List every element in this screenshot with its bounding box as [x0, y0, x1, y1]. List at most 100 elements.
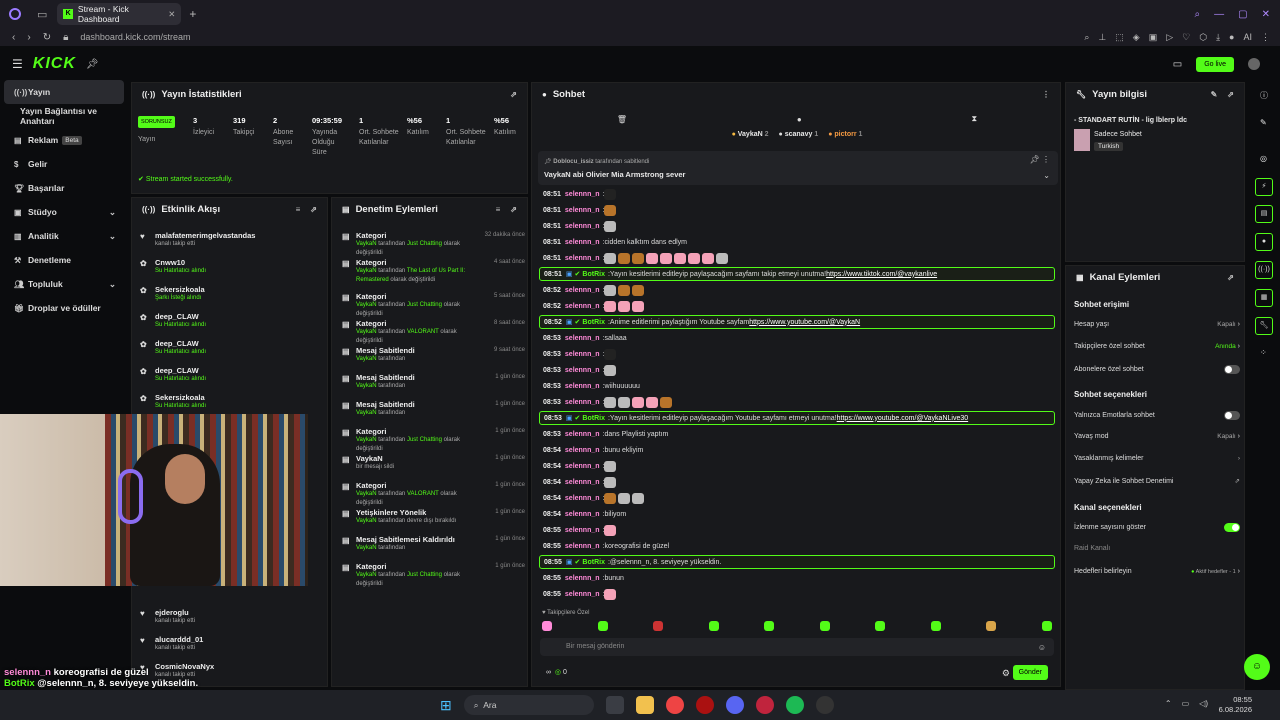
chat-message[interactable]: 08:53 selennn_n: dans Playlisti yaptım [539, 427, 1055, 441]
emote[interactable] [597, 621, 608, 631]
chat-message[interactable]: 08:55 ▣ ✔ BotRix: @selennn_n, 8. seviyeye y… [539, 555, 1055, 569]
emote[interactable] [930, 621, 941, 631]
pin-icon[interactable]: ⊥ [1098, 32, 1106, 43]
top-user[interactable]: ● VaykaN 2 [732, 131, 769, 138]
chat-message[interactable]: 08:55selennn_n: [539, 587, 1055, 601]
go-live-button[interactable]: Go live [1196, 56, 1234, 72]
chat-message[interactable]: 08:51 ▣ ✔ BotRix: Yayın kesitlerimi editley… [539, 267, 1055, 281]
emote[interactable] [875, 621, 886, 631]
sidebar-item-stream-key[interactable]: Yayın Bağlantısı ve Anahtarı [0, 104, 128, 128]
emoji-icon[interactable]: ☺ [1038, 643, 1046, 652]
pinned-message[interactable]: 📌︎ Doblocu_issiz tarafından sabitlendi V… [538, 151, 1058, 185]
raid-row[interactable]: Raid Kanalı [1074, 545, 1240, 552]
zoom-icon[interactable]: ⌕ [1084, 32, 1089, 43]
chat-link[interactable]: https://www.youtube.com/@VaykaN [749, 319, 860, 326]
chat-message[interactable]: 08:53selennn_n: [539, 363, 1055, 377]
target-icon[interactable]: ◎ [1260, 154, 1267, 163]
start-icon[interactable]: ⊞ [440, 697, 452, 714]
chat-message[interactable]: 08:55 selennn_n: koreografisi de güzel [539, 539, 1055, 553]
chat-link[interactable]: https://www.tiktok.com/@vaykanlive [826, 271, 937, 278]
sidebar-item-achievements[interactable]: 🏆︎ Başarılar [0, 176, 128, 200]
banned-words-row[interactable]: Yasaklanmış kelimeler › [1074, 455, 1240, 462]
sidebar-item-community[interactable]: 👥︎ Topluluk ⌄ [0, 272, 128, 296]
network-icon[interactable]: ▭ [1182, 699, 1190, 708]
discord-icon[interactable] [725, 696, 744, 714]
popout-icon[interactable]: ⇗ [510, 90, 517, 99]
taskbar-search[interactable]: ⌕ Ara [463, 695, 594, 715]
kick-logo[interactable]: KICK [33, 55, 76, 73]
browser-tab[interactable]: K Stream - Kick Dashboard ✕ [57, 3, 182, 25]
chat-message[interactable]: 08:54selennn_n: [539, 475, 1055, 489]
download-icon[interactable]: ⤓ [1216, 32, 1220, 43]
emote[interactable] [542, 621, 552, 631]
filter-icon[interactable]: ≡ [296, 205, 301, 214]
chat-message[interactable]: 08:52selennn_n: [539, 299, 1055, 313]
play-icon[interactable]: ▷ [1166, 32, 1173, 43]
chat-message[interactable]: 08:53 selennn_n: sallaaa [539, 331, 1055, 345]
slow-mode-row[interactable]: Yavaş mod Kapalı › [1074, 433, 1240, 440]
settings-icon[interactable]: ⚙ [1002, 668, 1010, 679]
rail-doc-button[interactable]: ▤ [1255, 205, 1273, 223]
hourglass-icon[interactable]: ⧗ [971, 114, 977, 124]
shield-icon[interactable]: ◈ [1133, 32, 1140, 43]
chevron-up-icon[interactable]: ⌃ [1165, 699, 1172, 708]
new-tab-icon[interactable]: + [189, 7, 196, 21]
popout-icon[interactable]: ⇗ [310, 205, 317, 214]
chat-message[interactable]: 08:52 ▣ ✔ BotRix: Anime editlerimi paylaştı… [539, 315, 1055, 329]
show-viewers-row[interactable]: İzlenme sayısını göster [1074, 523, 1240, 532]
chat-message[interactable]: 08:54 selennn_n: biliyom [539, 507, 1055, 521]
more-icon[interactable]: ⋮ [1042, 90, 1050, 99]
ai-moderation-row[interactable]: Yapay Zeka ile Sohbet Denetimi ⇗ [1074, 477, 1240, 486]
sidebar-item-ads[interactable]: ▤ Reklam Beta [0, 128, 128, 152]
chat-message[interactable]: 08:53selennn_n: [539, 395, 1055, 409]
send-button[interactable]: Gönder [1012, 665, 1048, 680]
help-chat-icon[interactable]: ☺ [1244, 654, 1270, 680]
taskview-icon[interactable] [605, 696, 624, 714]
emote[interactable] [986, 621, 997, 631]
channel-points[interactable]: ∞ ◎ 0 [546, 668, 567, 676]
close-tab-icon[interactable]: ✕ [168, 9, 175, 20]
sidebar-item-moderation[interactable]: ⚒︎ Denetleme [0, 248, 128, 272]
maximize-icon[interactable]: ▢ [1238, 9, 1247, 20]
show-viewers-toggle[interactable] [1224, 523, 1240, 532]
sidebar-item-analytics[interactable]: ▥ Analitik ⌄ [0, 224, 128, 248]
info-icon[interactable]: ⓘ [1260, 90, 1268, 101]
popout-icon[interactable]: ⇗ [1227, 90, 1234, 99]
sidebar-item-studio[interactable]: ▣ Stüdyo ⌄ [0, 200, 128, 224]
chat-message[interactable]: 08:53selennn_n: [539, 347, 1055, 361]
volume-icon[interactable]: ◁) [1199, 699, 1208, 708]
url-field[interactable]: dashboard.kick.com/stream [80, 32, 190, 42]
profile-icon[interactable]: ● [1229, 32, 1234, 43]
opera-icon[interactable] [755, 696, 774, 714]
account-age-row[interactable]: Hesap yaşı Kapalı › [1074, 321, 1240, 328]
rail-clipboard-button[interactable]: ▦ [1255, 289, 1273, 307]
wallet-icon[interactable]: ▣ [1149, 32, 1158, 43]
explorer-icon[interactable] [635, 696, 654, 714]
emote[interactable] [653, 621, 664, 631]
filter-icon[interactable]: ≡ [496, 205, 501, 214]
category-name[interactable]: Sadece Sohbet [1094, 131, 1142, 138]
top-user[interactable]: ● pictorr 1 [828, 131, 862, 138]
rail-wrench-button[interactable]: 🔧︎ [1255, 317, 1273, 335]
emote-only-row[interactable]: Yalnızca Emotlarla sohbet [1074, 411, 1240, 420]
minimize-icon[interactable]: — [1214, 9, 1224, 20]
back-icon[interactable]: ‹ [12, 32, 15, 43]
tab-switcher-icon[interactable]: ▭ [37, 8, 47, 21]
chat-message[interactable]: 08:52selennn_n: [539, 283, 1055, 297]
app-icon[interactable] [695, 696, 714, 714]
chat-message[interactable]: 08:53 selennn_n: wiihuuuuuu [539, 379, 1055, 393]
reload-icon[interactable]: ↻ [43, 32, 51, 43]
spotify-icon[interactable] [785, 696, 804, 714]
rail-broadcast-button[interactable]: ((·)) [1255, 261, 1273, 279]
hamburger-icon[interactable]: ☰ [12, 57, 23, 71]
chat-message[interactable]: 08:54selennn_n: [539, 491, 1055, 505]
rail-bolt-button[interactable]: ⚡︎ [1255, 178, 1273, 196]
popout-icon[interactable]: ⇗ [1227, 273, 1234, 282]
chat-link[interactable]: https://www.youtube.com/@VaykaNLive30 [837, 415, 968, 422]
emote[interactable] [764, 621, 775, 631]
trash-icon[interactable]: 🗑︎ [617, 115, 627, 124]
extensions-icon[interactable]: ⬡ [1199, 32, 1207, 43]
top-user[interactable]: ● scanavy 1 [779, 131, 819, 138]
unpin-icon[interactable]: 📌︎ ⋮ [1030, 155, 1050, 164]
chat-bubble-icon[interactable]: ● [797, 115, 802, 124]
